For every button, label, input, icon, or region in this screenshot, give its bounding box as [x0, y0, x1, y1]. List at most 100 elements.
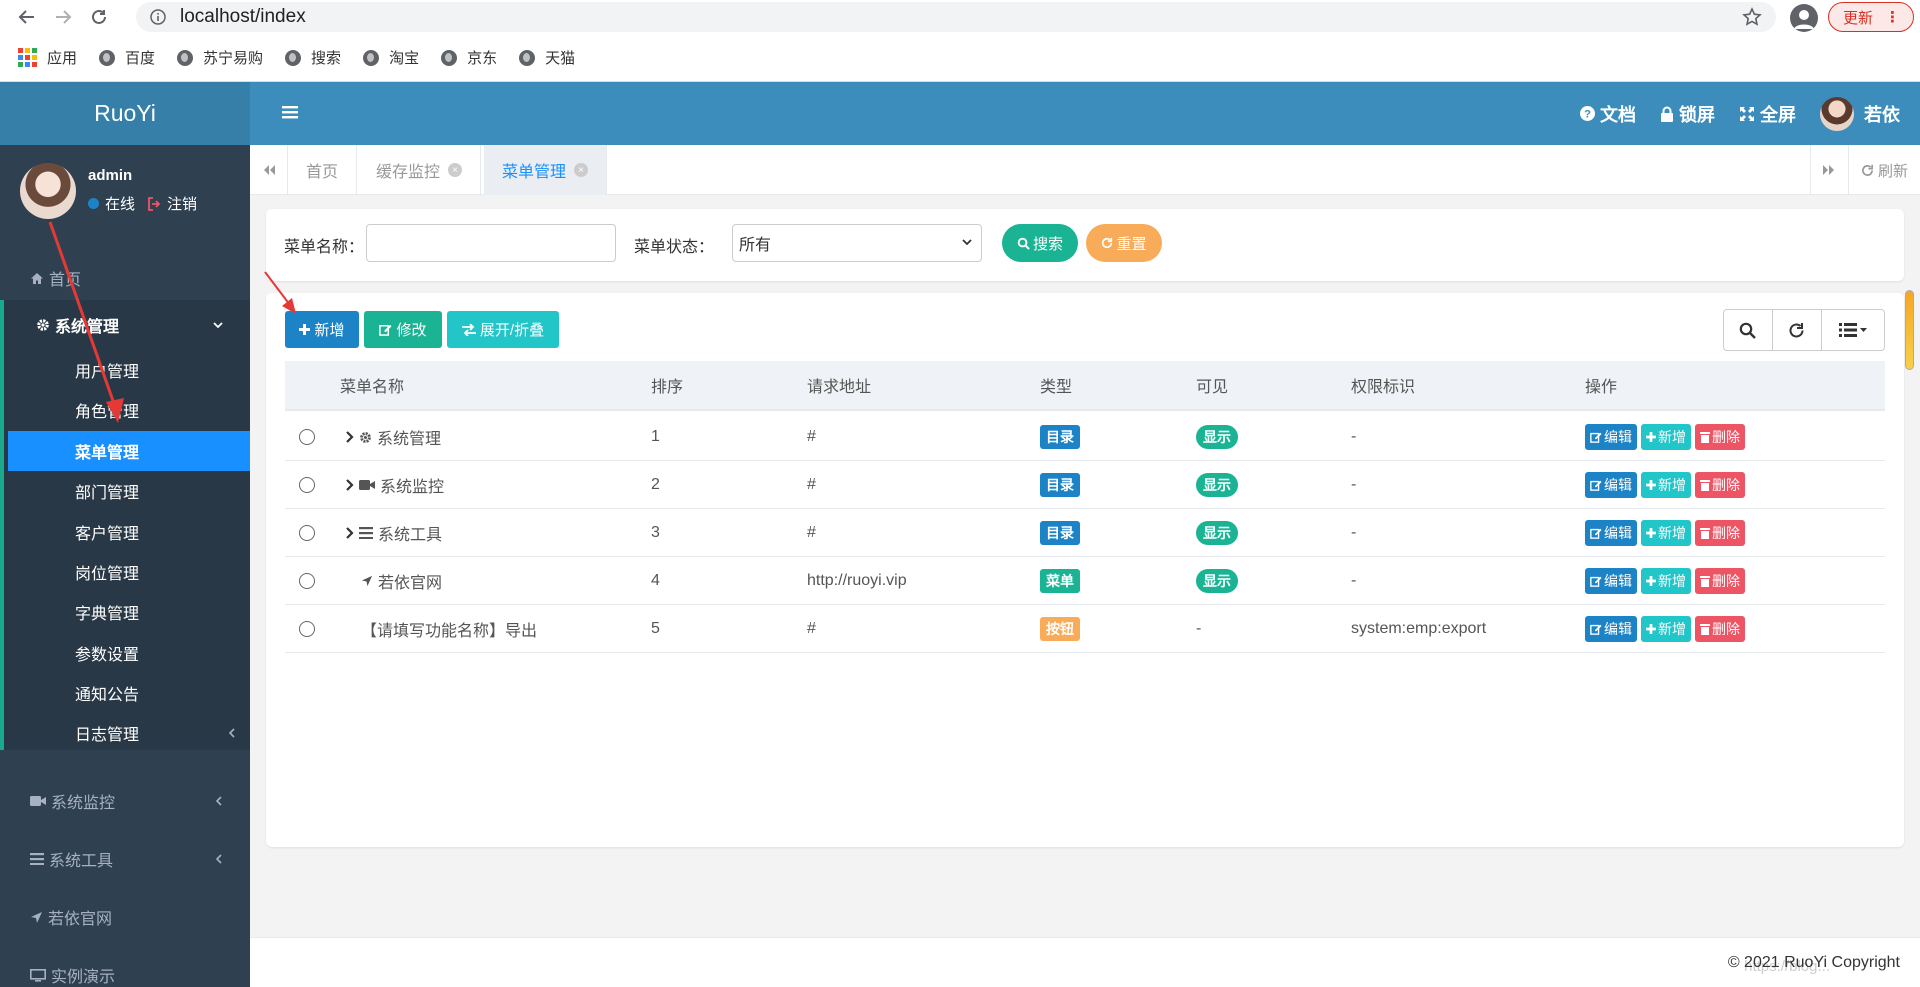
sidebar-item-depts[interactable]: 部门管理 — [8, 471, 250, 511]
bookmark-apps[interactable]: 应用 — [18, 47, 77, 68]
fullscreen-link[interactable]: 全屏 — [1739, 101, 1796, 127]
sidebar-item-label: 岗位管理 — [75, 566, 140, 583]
tabs-scroll-left[interactable] — [250, 145, 288, 195]
app-logo[interactable]: RuoYi — [0, 82, 250, 145]
sidebar-item-users[interactable]: 用户管理 — [8, 350, 250, 390]
sidebar-item-official[interactable]: 若依官网 — [0, 889, 250, 945]
url-text[interactable]: localhost/index — [180, 6, 306, 28]
sidebar-item-tools[interactable]: 系统工具 — [0, 831, 250, 887]
back-icon[interactable] — [10, 0, 44, 34]
column-header[interactable]: 排序 — [651, 361, 683, 409]
browser-update-button[interactable]: 更新 ⋮ — [1828, 2, 1914, 32]
refresh-table-button[interactable] — [1773, 310, 1822, 350]
sidebar-item-posts[interactable]: 岗位管理 — [8, 552, 250, 592]
toggle-search-button[interactable] — [1724, 310, 1773, 350]
table-row[interactable]: 【请填写功能名称】导出 5 # 按钮 - system:emp:export 编… — [285, 605, 1885, 653]
row-radio[interactable] — [299, 429, 315, 445]
sidebar-item-roles[interactable]: 角色管理 — [8, 390, 250, 430]
column-header[interactable]: 操作 — [1585, 361, 1617, 409]
add-button[interactable]: 新增 — [285, 311, 359, 348]
bookmark-suning[interactable]: 苏宁易购 — [177, 47, 263, 68]
row-edit-button[interactable]: 编辑 — [1585, 520, 1637, 546]
table-row[interactable]: 系统工具 3 # 目录 显示 - 编辑 新增 删除 — [285, 509, 1885, 557]
expand-collapse-button[interactable]: 展开/折叠 — [447, 311, 559, 348]
tab-refresh-button[interactable]: 刷新 — [1847, 145, 1920, 195]
docs-link[interactable]: ? 文档 — [1580, 101, 1636, 127]
menu-toggle-icon[interactable] — [282, 104, 298, 120]
columns-toggle-button[interactable] — [1822, 310, 1884, 350]
row-delete-button[interactable]: 删除 — [1695, 568, 1745, 594]
row-radio[interactable] — [299, 525, 315, 541]
edit-button[interactable]: 修改 — [364, 311, 442, 348]
sidebar-item-config[interactable]: 参数设置 — [8, 633, 250, 673]
bookmark-star-icon[interactable] — [1742, 7, 1762, 27]
column-header[interactable]: 类型 — [1040, 361, 1072, 409]
sidebar-item-system[interactable]: 系统管理 — [0, 300, 250, 350]
column-header[interactable]: 可见 — [1196, 361, 1228, 409]
sidebar-item-home[interactable]: 首页 — [0, 250, 250, 306]
scrollbar-thumb[interactable] — [1905, 290, 1914, 370]
row-radio[interactable] — [299, 477, 315, 493]
order-cell: 5 — [651, 620, 660, 637]
row-delete-button[interactable]: 删除 — [1695, 520, 1745, 546]
lock-screen-link[interactable]: 锁屏 — [1660, 101, 1715, 127]
row-delete-button[interactable]: 删除 — [1695, 424, 1745, 450]
menu-name-input[interactable] — [366, 224, 616, 262]
info-icon[interactable] — [150, 9, 166, 25]
forward-icon[interactable] — [46, 0, 80, 34]
column-header[interactable]: 请求地址 — [807, 361, 871, 409]
row-delete-button[interactable]: 删除 — [1695, 472, 1745, 498]
row-add-button[interactable]: 新增 — [1641, 472, 1691, 498]
chevron-right-icon[interactable] — [345, 527, 354, 539]
search-button[interactable]: 搜索 — [1002, 224, 1078, 262]
row-add-button[interactable]: 新增 — [1641, 616, 1691, 642]
column-header[interactable]: 菜单名称 — [340, 361, 404, 409]
sidebar-item-logs[interactable]: 日志管理 — [8, 713, 250, 753]
table-row[interactable]: 系统管理 1 # 目录 显示 - 编辑 新增 删除 — [285, 413, 1885, 461]
profile-avatar-icon[interactable] — [1790, 4, 1818, 32]
tab-home[interactable]: 首页 — [288, 145, 358, 195]
close-icon[interactable]: × — [448, 163, 463, 177]
reload-icon[interactable] — [82, 0, 116, 34]
logout-link[interactable]: 注销 — [167, 193, 197, 214]
row-radio[interactable] — [299, 621, 315, 637]
row-edit-button[interactable]: 编辑 — [1585, 472, 1637, 498]
table-row[interactable]: 系统监控 2 # 目录 显示 - 编辑 新增 删除 — [285, 461, 1885, 509]
sidebar-item-notices[interactable]: 通知公告 — [8, 673, 250, 713]
chevron-right-icon[interactable] — [345, 479, 354, 491]
row-edit-button[interactable]: 编辑 — [1585, 616, 1637, 642]
bookmark-taobao[interactable]: 淘宝 — [363, 47, 419, 68]
close-icon[interactable]: × — [574, 163, 589, 177]
address-bar[interactable]: localhost/index — [136, 2, 1776, 32]
row-edit-button[interactable]: 编辑 — [1585, 568, 1637, 594]
tab-cache-monitor[interactable]: 缓存监控 × — [358, 145, 482, 195]
column-header[interactable]: 权限标识 — [1351, 361, 1415, 409]
chevron-right-icon[interactable] — [345, 431, 354, 443]
visible-cell: 显示 — [1196, 557, 1238, 605]
sidebar-item-customers[interactable]: 客户管理 — [8, 512, 250, 552]
visible-badge: 显示 — [1196, 521, 1238, 545]
sidebar-item-monitor[interactable]: 系统监控 — [0, 773, 250, 829]
sidebar-item-demo[interactable]: 实例演示 — [0, 947, 250, 987]
row-add-button[interactable]: 新增 — [1641, 568, 1691, 594]
row-delete-button[interactable]: 删除 — [1695, 616, 1745, 642]
sign-out-icon[interactable] — [147, 196, 161, 211]
sidebar-item-dicts[interactable]: 字典管理 — [8, 592, 250, 632]
row-add-button[interactable]: 新增 — [1641, 520, 1691, 546]
row-add-button[interactable]: 新增 — [1641, 424, 1691, 450]
bookmark-tmall[interactable]: 天猫 — [519, 47, 575, 68]
sidebar-item-menus[interactable]: 菜单管理 — [8, 431, 250, 471]
row-radio[interactable] — [299, 573, 315, 589]
bookmark-search[interactable]: 搜索 — [285, 47, 341, 68]
avatar[interactable] — [20, 163, 76, 219]
bookmark-baidu[interactable]: 百度 — [99, 47, 155, 68]
tab-label: 菜单管理 — [502, 164, 567, 181]
table-row[interactable]: 若依官网 4 http://ruoyi.vip 菜单 显示 - 编辑 新增 删除 — [285, 557, 1885, 605]
row-edit-button[interactable]: 编辑 — [1585, 424, 1637, 450]
tab-menu-management[interactable]: 菜单管理 × — [484, 145, 608, 195]
user-menu[interactable]: 若依 — [1820, 96, 1900, 131]
menu-status-select[interactable]: 所有 — [732, 224, 982, 262]
reset-button[interactable]: 重置 — [1086, 224, 1162, 262]
tabs-scroll-right[interactable] — [1809, 145, 1848, 195]
bookmark-jd[interactable]: 京东 — [441, 47, 497, 68]
